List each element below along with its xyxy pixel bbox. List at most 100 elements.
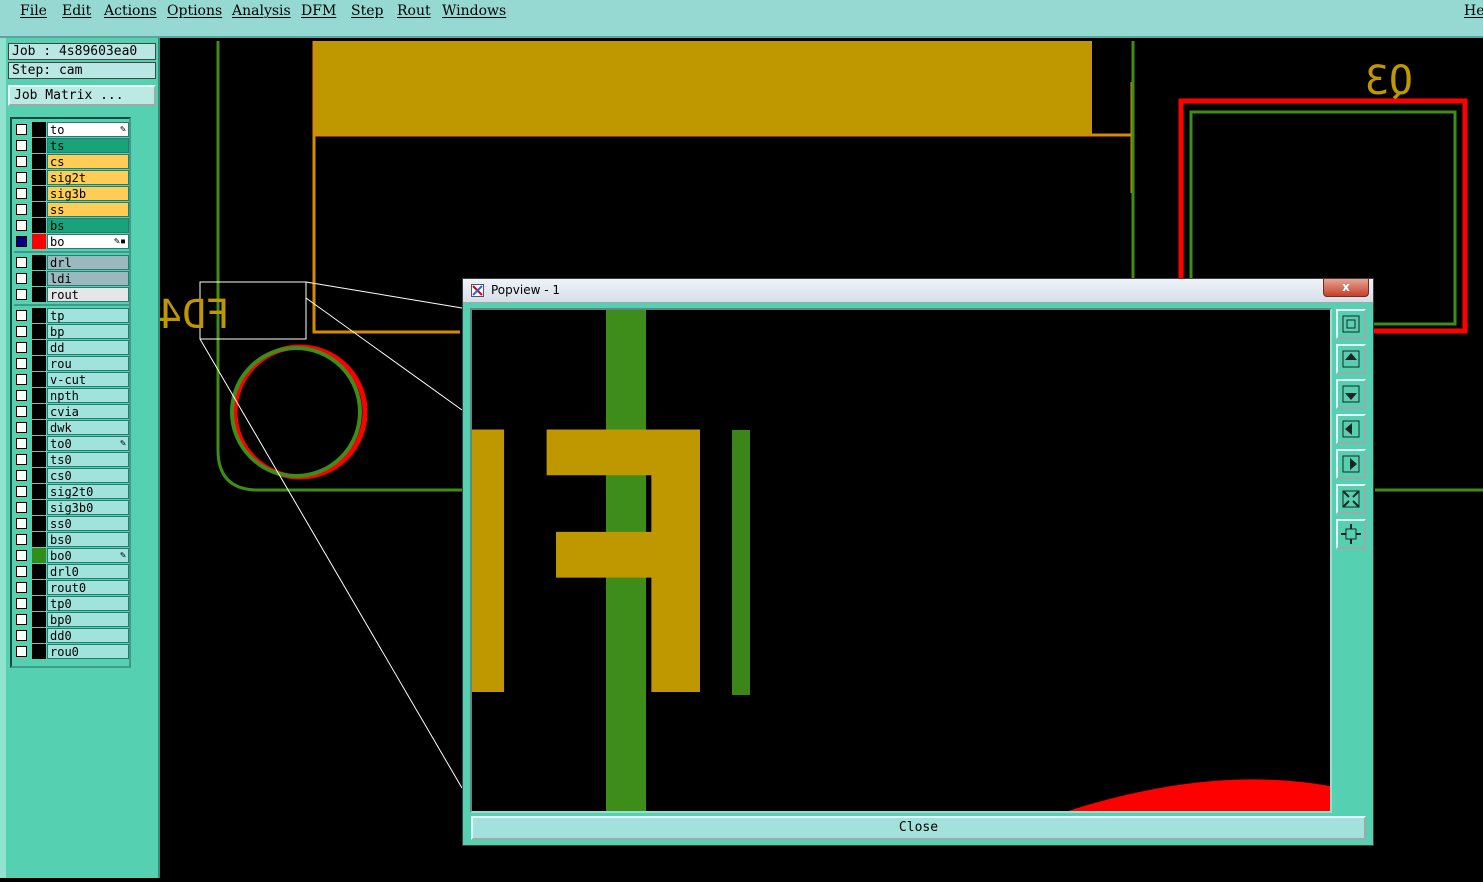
layer-color-swatch[interactable] bbox=[32, 308, 46, 323]
layer-name[interactable]: dd bbox=[47, 340, 129, 355]
layer-name[interactable]: bp0 bbox=[47, 612, 129, 627]
layer-checkbox[interactable] bbox=[16, 342, 27, 353]
layer-color-swatch[interactable] bbox=[32, 234, 46, 249]
layer-checkbox[interactable] bbox=[16, 124, 27, 135]
layer-name[interactable]: sig2t bbox=[47, 170, 129, 185]
layer-row-tp0[interactable]: tp0 bbox=[14, 596, 130, 612]
layer-name[interactable]: bs bbox=[47, 218, 129, 233]
menu-rout[interactable]: Rout bbox=[397, 3, 431, 19]
layer-checkbox[interactable] bbox=[16, 582, 27, 593]
layer-row-tp[interactable]: tp bbox=[14, 308, 130, 324]
layer-checkbox[interactable] bbox=[16, 289, 27, 300]
layer-color-swatch[interactable] bbox=[32, 170, 46, 185]
layer-row-rou0[interactable]: rou0 bbox=[14, 644, 130, 660]
layer-color-swatch[interactable] bbox=[32, 436, 46, 451]
menu-dfm[interactable]: DFM bbox=[301, 3, 336, 19]
layer-name[interactable]: sig2t0 bbox=[47, 484, 129, 499]
zoom-fit-button[interactable] bbox=[1336, 309, 1366, 339]
layer-color-swatch[interactable] bbox=[32, 532, 46, 547]
zoom-in-button[interactable] bbox=[1336, 484, 1366, 514]
layer-checkbox[interactable] bbox=[16, 326, 27, 337]
menu-step[interactable]: Step bbox=[351, 3, 383, 19]
layer-color-swatch[interactable] bbox=[32, 255, 46, 270]
layer-color-swatch[interactable] bbox=[32, 596, 46, 611]
layer-name[interactable]: rou bbox=[47, 356, 129, 371]
layer-checkbox[interactable] bbox=[16, 390, 27, 401]
layer-color-swatch[interactable] bbox=[32, 324, 46, 339]
layer-checkbox[interactable] bbox=[16, 646, 27, 657]
layer-checkbox[interactable] bbox=[16, 614, 27, 625]
layer-row-cs0[interactable]: cs0 bbox=[14, 468, 130, 484]
layer-row-ldi[interactable]: ldi bbox=[14, 271, 130, 287]
layer-row-dd[interactable]: dd bbox=[14, 340, 130, 356]
layer-color-swatch[interactable] bbox=[32, 186, 46, 201]
layer-color-swatch[interactable] bbox=[32, 202, 46, 217]
layer-color-swatch[interactable] bbox=[32, 468, 46, 483]
layer-name[interactable]: rout bbox=[47, 287, 129, 302]
layer-checkbox[interactable] bbox=[16, 422, 27, 433]
layer-checkbox[interactable] bbox=[16, 518, 27, 529]
layer-checkbox[interactable] bbox=[16, 406, 27, 417]
layer-row-drl0[interactable]: drl0 bbox=[14, 564, 130, 580]
layer-row-bs[interactable]: bs bbox=[14, 218, 130, 234]
layer-checkbox[interactable] bbox=[16, 172, 27, 183]
layer-name[interactable]: ss0 bbox=[47, 516, 129, 531]
layer-name[interactable]: bs0 bbox=[47, 532, 129, 547]
layer-checkbox[interactable] bbox=[16, 566, 27, 577]
layer-checkbox[interactable] bbox=[16, 273, 27, 284]
layer-name[interactable]: drl bbox=[47, 255, 129, 270]
move-right-button[interactable] bbox=[1336, 449, 1366, 479]
layer-checkbox[interactable] bbox=[16, 257, 27, 268]
layer-name[interactable]: dwk bbox=[47, 420, 129, 435]
layer-row-ts[interactable]: ts bbox=[14, 138, 130, 154]
layer-row-ts0[interactable]: ts0 bbox=[14, 452, 130, 468]
layer-color-swatch[interactable] bbox=[32, 580, 46, 595]
layer-color-swatch[interactable] bbox=[32, 452, 46, 467]
layer-name[interactable]: tp bbox=[47, 308, 129, 323]
layer-row-to[interactable]: to ✎ bbox=[14, 122, 130, 138]
layer-row-bs0[interactable]: bs0 bbox=[14, 532, 130, 548]
layer-name[interactable]: npth bbox=[47, 388, 129, 403]
layer-name[interactable]: ts0 bbox=[47, 452, 129, 467]
menu-analysis[interactable]: Analysis bbox=[232, 3, 291, 19]
layer-row-sig2t[interactable]: sig2t bbox=[14, 170, 130, 186]
layer-color-swatch[interactable] bbox=[32, 340, 46, 355]
layer-checkbox[interactable] bbox=[16, 310, 27, 321]
menu-edit[interactable]: Edit bbox=[62, 3, 91, 19]
layer-name[interactable]: ss bbox=[47, 202, 129, 217]
layer-row-cs[interactable]: cs bbox=[14, 154, 130, 170]
layer-color-swatch[interactable] bbox=[32, 122, 46, 137]
layer-row-drl[interactable]: drl bbox=[14, 255, 130, 271]
move-down-button[interactable] bbox=[1336, 379, 1366, 409]
layer-color-swatch[interactable] bbox=[32, 388, 46, 403]
move-up-button[interactable] bbox=[1336, 344, 1366, 374]
layer-color-swatch[interactable] bbox=[32, 644, 46, 659]
layer-name[interactable]: sig3b bbox=[47, 186, 129, 201]
layer-color-swatch[interactable] bbox=[32, 420, 46, 435]
layer-row-sig3b[interactable]: sig3b bbox=[14, 186, 130, 202]
layer-checkbox[interactable] bbox=[16, 630, 27, 641]
layer-checkbox[interactable] bbox=[16, 438, 27, 449]
layer-checkbox[interactable] bbox=[16, 598, 27, 609]
layer-row-ss[interactable]: ss bbox=[14, 202, 130, 218]
layer-checkbox[interactable] bbox=[16, 374, 27, 385]
layer-color-swatch[interactable] bbox=[32, 356, 46, 371]
layer-row-sig2t0[interactable]: sig2t0 bbox=[14, 484, 130, 500]
layer-checkbox[interactable] bbox=[16, 454, 27, 465]
layer-name[interactable]: v-cut bbox=[47, 372, 129, 387]
layer-checkbox[interactable] bbox=[16, 236, 27, 247]
layer-color-swatch[interactable] bbox=[32, 628, 46, 643]
layer-color-swatch[interactable] bbox=[32, 548, 46, 563]
layer-row-sig3b0[interactable]: sig3b0 bbox=[14, 500, 130, 516]
menu-options[interactable]: Options bbox=[167, 3, 222, 19]
layer-checkbox[interactable] bbox=[16, 204, 27, 215]
layer-color-swatch[interactable] bbox=[32, 516, 46, 531]
layer-checkbox[interactable] bbox=[16, 140, 27, 151]
close-button[interactable]: Close bbox=[471, 816, 1366, 840]
layer-color-swatch[interactable] bbox=[32, 404, 46, 419]
close-icon[interactable]: x bbox=[1323, 279, 1369, 297]
menu-windows[interactable]: Windows bbox=[442, 3, 506, 19]
layer-name[interactable]: to ✎ bbox=[47, 122, 129, 137]
layer-name[interactable]: cs0 bbox=[47, 468, 129, 483]
layer-row-dwk[interactable]: dwk bbox=[14, 420, 130, 436]
